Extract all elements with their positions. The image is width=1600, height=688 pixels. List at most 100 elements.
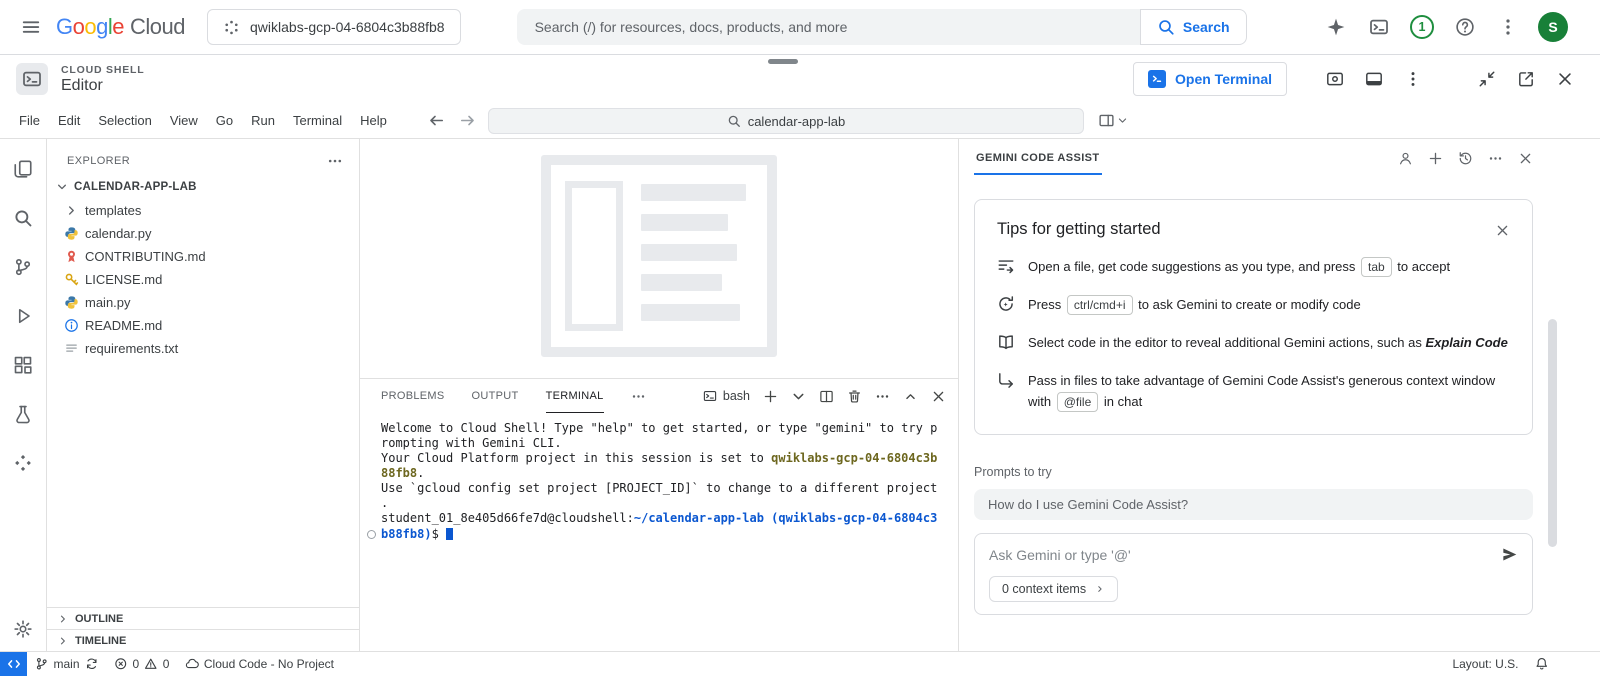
navigate-forward-button[interactable] (459, 112, 476, 129)
help-button[interactable] (1448, 10, 1482, 44)
gemini-new-chat-button[interactable] (1428, 151, 1443, 166)
gemini-more-button[interactable] (1488, 151, 1503, 166)
search-icon (1157, 18, 1175, 36)
sparkle-icon (1326, 17, 1346, 37)
menu-go[interactable]: Go (207, 109, 242, 132)
file-readme.md[interactable]: README.md (47, 314, 359, 337)
section-outline[interactable]: OUTLINE (47, 607, 359, 629)
terminal-shell-select[interactable]: bash (703, 389, 750, 403)
activity-run-debug[interactable] (11, 304, 35, 328)
history-navigation (428, 112, 476, 129)
keyboard-layout-status[interactable]: Layout: U.S. (1452, 657, 1518, 671)
workspace-search-box[interactable]: calendar-app-lab (488, 108, 1084, 134)
activity-search[interactable] (11, 206, 35, 230)
terminal-dropdown-button[interactable] (791, 389, 806, 404)
source-control-icon (13, 257, 33, 277)
console-search-button[interactable]: Search (1140, 9, 1247, 45)
gemini-history-button[interactable] (1458, 151, 1473, 166)
activity-source-control[interactable] (11, 255, 35, 279)
console-search-input[interactable] (517, 9, 1140, 45)
explorer-more-actions[interactable] (327, 153, 343, 169)
editor-layout-button[interactable] (1098, 112, 1128, 129)
menu-help[interactable]: Help (351, 109, 396, 132)
logo-letter: o (73, 14, 85, 39)
gemini-assistant-button[interactable] (1319, 10, 1353, 44)
panel-more-actions[interactable] (875, 389, 890, 404)
context-items-button[interactable]: 0 context items (989, 576, 1118, 602)
panel-tab-output[interactable]: OUTPUT (472, 379, 519, 413)
terminal-text: . (381, 496, 388, 510)
activity-extensions[interactable] (11, 353, 35, 377)
activity-cloud-code[interactable] (11, 451, 35, 475)
menu-run[interactable]: Run (242, 109, 284, 132)
tip-item: Select code in the editor to reveal addi… (997, 332, 1510, 353)
new-terminal-button[interactable] (763, 389, 778, 404)
file-calendar.py[interactable]: calendar.py (47, 222, 359, 245)
open-terminal-button[interactable]: Open Terminal (1133, 62, 1287, 96)
tips-list: Open a file, get code suggestions as you… (997, 256, 1510, 412)
file-label: templates (85, 203, 141, 218)
terminal-text: (qwiklabs-gcp-04-6804c3 (771, 511, 937, 525)
menu-terminal[interactable]: Terminal (284, 109, 351, 132)
kill-terminal-button[interactable] (847, 389, 862, 404)
file-main.py[interactable]: main.py (47, 291, 359, 314)
tips-close-button[interactable] (1495, 223, 1510, 238)
close-cloud-shell-button[interactable] (1550, 64, 1580, 94)
file-license.md[interactable]: LICENSE.md (47, 268, 359, 291)
menu-edit[interactable]: Edit (49, 109, 89, 132)
notifications-bell[interactable] (1535, 657, 1549, 671)
cloud-shell-title-block: CLOUD SHELL Editor (61, 64, 144, 95)
close-panel-button[interactable] (931, 389, 946, 404)
gemini-feedback-button[interactable] (1398, 151, 1413, 166)
split-terminal-button[interactable] (819, 389, 834, 404)
account-avatar[interactable]: S (1538, 12, 1568, 42)
web-preview-button[interactable] (1320, 64, 1350, 94)
activity-settings[interactable] (11, 617, 35, 641)
gemini-close-button[interactable] (1518, 151, 1533, 166)
panel-tab-problems[interactable]: PROBLEMS (381, 379, 445, 413)
minimize-button[interactable] (1472, 64, 1502, 94)
keycap: ctrl/cmd+i (1067, 295, 1133, 315)
panel-tab-terminal[interactable]: TERMINAL (546, 379, 604, 413)
file-requirements.txt[interactable]: requirements.txt (47, 337, 359, 360)
project-selector[interactable]: qwiklabs-gcp-04-6804c3b88fb8 (207, 9, 461, 45)
send-button[interactable] (1501, 546, 1518, 563)
page-title: Editor (61, 77, 144, 95)
gemini-input[interactable] (989, 547, 1491, 563)
activity-files[interactable] (11, 157, 35, 181)
git-branch-status[interactable]: main (27, 652, 106, 676)
gemini-title-tab[interactable]: GEMINI CODE ASSIST (974, 139, 1102, 177)
problems-status[interactable]: 0 0 (106, 652, 177, 676)
terminal-output[interactable]: Welcome to Cloud Shell! Type "help" to g… (360, 413, 958, 651)
cloud-code-status[interactable]: Cloud Code - No Project (177, 652, 342, 676)
folder-root[interactable]: CALENDAR-APP-LAB (47, 175, 359, 199)
menu-selection[interactable]: Selection (89, 109, 160, 132)
remote-window-indicator[interactable] (0, 652, 27, 676)
main-menu-button[interactable] (14, 10, 48, 44)
section-timeline[interactable]: TIMELINE (47, 629, 359, 651)
file-contributing.md[interactable]: CONTRIBUTING.md (47, 245, 359, 268)
menu-file[interactable]: File (10, 109, 49, 132)
panel-more-tabs[interactable] (631, 389, 646, 404)
cloud-icon (185, 657, 199, 671)
panel-drag-handle[interactable] (768, 59, 798, 64)
window-right-gutter (1560, 139, 1600, 651)
toggle-panel-button[interactable] (1359, 64, 1389, 94)
maximize-panel-button[interactable] (903, 389, 918, 404)
prompt-suggestion[interactable]: How do I use Gemini Code Assist? (974, 489, 1533, 520)
illustration-lines (641, 181, 753, 331)
navigate-back-button[interactable] (428, 112, 445, 129)
gemini-header: GEMINI CODE ASSIST (974, 139, 1533, 177)
file-templates[interactable]: templates (47, 199, 359, 222)
shell-more-options-button[interactable] (1398, 64, 1428, 94)
chevron-down-icon (55, 180, 69, 194)
menu-view[interactable]: View (161, 109, 207, 132)
more-options-button[interactable] (1491, 10, 1525, 44)
menu-icon (21, 17, 41, 37)
open-in-new-window-button[interactable] (1511, 64, 1541, 94)
activity-test-beaker[interactable] (11, 402, 35, 426)
activate-cloud-shell-button[interactable] (1362, 10, 1396, 44)
notifications-button[interactable]: 1 (1405, 10, 1439, 44)
google-cloud-logo[interactable]: Google Cloud (56, 14, 185, 40)
gemini-scrollbar[interactable] (1548, 319, 1557, 547)
